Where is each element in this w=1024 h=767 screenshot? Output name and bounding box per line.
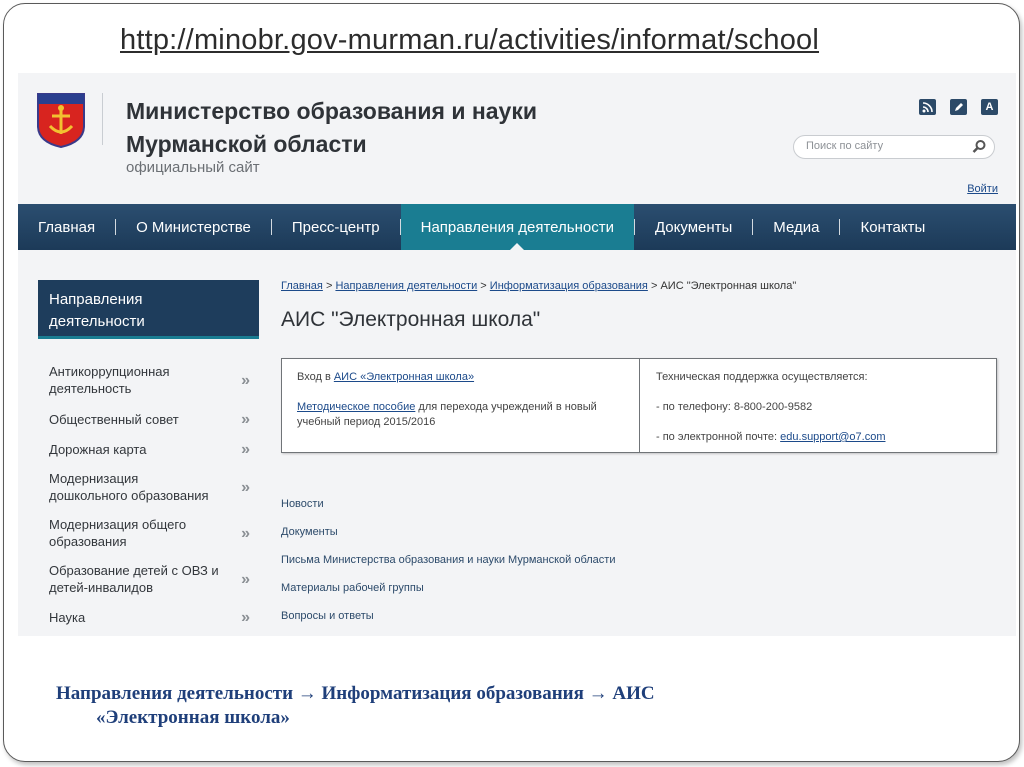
- search-box: [793, 135, 995, 159]
- ais-login-link[interactable]: АИС «Электронная школа»: [334, 371, 474, 383]
- double-chevron-icon: »: [241, 524, 250, 542]
- slide-caption: Направления деятельности → Информатизаци…: [56, 682, 655, 730]
- breadcrumb-activities[interactable]: Направления деятельности: [335, 280, 477, 292]
- sidebar-item-label: Образование детей с ОВЗ и: [49, 563, 219, 578]
- sidebar-item-label: Наука: [49, 609, 86, 625]
- sidebar-item-label: Общественный совет: [49, 411, 179, 427]
- sidebar-item-science[interactable]: Наука »: [38, 602, 259, 632]
- double-chevron-icon: »: [241, 440, 250, 458]
- link-faq[interactable]: Вопросы и ответы: [281, 602, 615, 630]
- breadcrumb-home[interactable]: Главная: [281, 280, 323, 292]
- manual-link[interactable]: Методическое пособие: [297, 401, 415, 413]
- sidebar-item-public-council[interactable]: Общественный совет »: [38, 404, 259, 434]
- double-chevron-icon: »: [241, 570, 250, 588]
- sidebar-heading-line2: деятельности: [49, 313, 145, 330]
- font-size-icon[interactable]: A: [981, 99, 998, 115]
- breadcrumb-separator: >: [480, 280, 487, 292]
- breadcrumb: Главная > Направления деятельности > Инф…: [281, 280, 796, 292]
- support-email-prefix: - по электронной почте:: [656, 431, 781, 443]
- manual-line: Методическое пособие для перехода учрежд…: [297, 400, 632, 430]
- sidebar-menu: Антикоррупционная деятельность » Обществе…: [38, 363, 259, 632]
- slide-url: http://minobr.gov-murman.ru/activities/i…: [120, 24, 820, 56]
- manual-text: для перехода учреждений в новый: [415, 401, 597, 413]
- nav-item-press[interactable]: Пресс-центр: [272, 204, 400, 250]
- coat-of-arms-logo[interactable]: [36, 92, 86, 148]
- logo-separator: [102, 93, 103, 145]
- nav-item-activities-label: Направления деятельности: [420, 218, 614, 236]
- site-title[interactable]: Министерство образования и науки Мурманс…: [126, 95, 537, 161]
- sidebar-heading-line1: Направления: [49, 291, 143, 308]
- sidebar-item-label: деятельность: [49, 381, 132, 396]
- nav-item-documents[interactable]: Документы: [635, 204, 752, 250]
- support-email-line: - по электронной почте: edu.support@o7.c…: [656, 430, 886, 445]
- info-box: Вход в АИС «Электронная школа» Методичес…: [281, 358, 997, 453]
- nav-item-activities[interactable]: Направления деятельности: [400, 204, 634, 250]
- header-icons: A: [919, 99, 998, 115]
- caption-line2: «Электронная школа»: [96, 707, 290, 728]
- sidebar-item-label: Антикоррупционная: [49, 364, 170, 379]
- site-title-line2: Мурманской области: [126, 131, 367, 157]
- sidebar-item-preschool[interactable]: Модернизация дошкольного образования »: [38, 464, 259, 510]
- double-chevron-icon: »: [241, 478, 250, 496]
- support-phone: - по телефону: 8-800-200-9582: [656, 401, 813, 413]
- search-icon[interactable]: [972, 139, 987, 154]
- login-prefix: Вход в: [297, 371, 334, 383]
- sidebar-item-label: Модернизация общего: [49, 517, 187, 532]
- breadcrumb-current: АИС "Электронная школа": [660, 280, 797, 292]
- content-links: Новости Документы Письма Министерства об…: [281, 490, 615, 630]
- edit-icon[interactable]: [950, 99, 967, 115]
- link-documents[interactable]: Документы: [281, 518, 615, 546]
- sidebar-item-general-education[interactable]: Модернизация общего образования »: [38, 510, 259, 556]
- nav-item-contacts[interactable]: Контакты: [840, 204, 945, 250]
- double-chevron-icon: »: [241, 371, 250, 389]
- website-screenshot: Министерство образования и науки Мурманс…: [18, 73, 1016, 636]
- double-chevron-icon: »: [241, 608, 250, 626]
- sidebar-item-label: детей-инвалидов: [49, 580, 154, 595]
- info-box-left: Вход в АИС «Электронная школа» Методичес…: [282, 359, 640, 452]
- manual-text: учебный период 2015/2016: [297, 416, 436, 428]
- sidebar-item-anticorruption[interactable]: Антикоррупционная деятельность »: [38, 363, 259, 397]
- login-link[interactable]: Войти: [967, 183, 998, 195]
- page-title: АИС "Электронная школа": [281, 308, 541, 331]
- site-title-line1: Министерство образования и науки: [126, 98, 537, 124]
- sidebar-item-label: Модернизация: [49, 471, 139, 486]
- search-input[interactable]: [804, 139, 968, 153]
- sidebar-item-roadmap[interactable]: Дорожная карта »: [38, 434, 259, 464]
- site-subtitle: официальный сайт: [126, 159, 260, 176]
- breadcrumb-separator: >: [325, 280, 333, 292]
- breadcrumb-informatization[interactable]: Информатизация образования: [490, 280, 648, 292]
- main-nav: Главная О Министерстве Пресс-центр Напра…: [18, 204, 1016, 250]
- nav-item-home[interactable]: Главная: [18, 204, 115, 250]
- link-working-group[interactable]: Материалы рабочей группы: [281, 574, 615, 602]
- support-title: Техническая поддержка осуществляется:: [656, 371, 868, 383]
- link-news[interactable]: Новости: [281, 490, 615, 518]
- link-ministry-letters[interactable]: Письма Министерства образования и науки …: [281, 546, 615, 574]
- nav-item-ministry[interactable]: О Министерстве: [116, 204, 271, 250]
- nav-active-indicator: [510, 243, 525, 250]
- sidebar-item-label: дошкольного образования: [49, 488, 209, 503]
- sidebar-item-label: образования: [49, 534, 127, 549]
- sidebar-item-label: Дорожная карта: [49, 441, 147, 457]
- rss-icon[interactable]: [919, 99, 936, 115]
- support-email-link[interactable]: edu.support@o7.com: [780, 431, 885, 443]
- nav-item-media[interactable]: Медиа: [753, 204, 839, 250]
- slide-frame: http://minobr.gov-murman.ru/activities/i…: [3, 3, 1020, 762]
- sidebar-heading: Направления деятельности: [38, 280, 259, 339]
- double-chevron-icon: »: [241, 410, 250, 428]
- caption-line1: Направления деятельности → Информатизаци…: [56, 683, 655, 704]
- login-line: Вход в АИС «Электронная школа»: [297, 370, 474, 385]
- info-box-right: Техническая поддержка осуществляется: - …: [640, 359, 996, 452]
- breadcrumb-separator: >: [650, 280, 658, 292]
- sidebar-item-special-needs[interactable]: Образование детей с ОВЗ и детей-инвалидов…: [38, 556, 259, 602]
